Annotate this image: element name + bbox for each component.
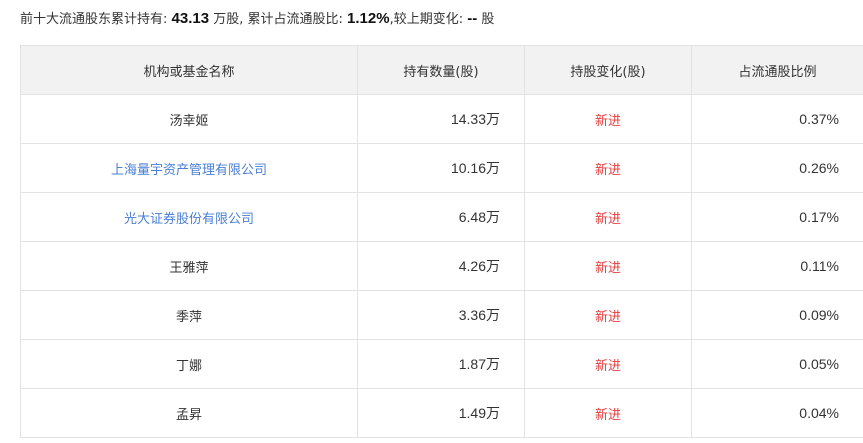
shareholders-table-container: 机构或基金名称 持有数量(股) 持股变化(股) 占流通股比例 汤幸姬 14.33万… (20, 45, 863, 443)
holding-change: 新进 (524, 388, 692, 438)
float-share-ratio: 0.11% (691, 241, 863, 291)
summary-change-value: -- (467, 10, 478, 27)
column-header-ratio: 占流通股比例 (691, 45, 863, 95)
holding-quantity: 1.49万 (357, 388, 525, 438)
table-row: 孟昇 1.49万 新进 0.04% (20, 388, 863, 438)
summary-total-unit: 万股, (213, 12, 244, 27)
holding-change: 新进 (524, 143, 692, 193)
holding-quantity: 3.36万 (357, 290, 525, 340)
float-share-ratio: 0.04% (691, 388, 863, 438)
holding-quantity: 1.87万 (357, 339, 525, 389)
holders-summary: 前十大流通股东累计持有: 43.13 万股, 累计占流通股比: 1.12%,较上… (20, 8, 494, 30)
float-share-ratio: 0.17% (691, 192, 863, 242)
holding-quantity: 14.33万 (357, 94, 525, 144)
holding-change: 新进 (524, 339, 692, 389)
holding-change: 新进 (524, 290, 692, 340)
float-share-ratio: 0.05% (691, 339, 863, 389)
table-row: 王雅萍 4.26万 新进 0.11% (20, 241, 863, 291)
table-row: 光大证券股份有限公司 6.48万 新进 0.17% (20, 192, 863, 242)
summary-change-label: ,较上期变化: (389, 12, 464, 27)
table-row: 季萍 3.36万 新进 0.09% (20, 290, 863, 340)
shareholders-table: 机构或基金名称 持有数量(股) 持股变化(股) 占流通股比例 汤幸姬 14.33万… (20, 45, 863, 438)
table-header-row: 机构或基金名称 持有数量(股) 持股变化(股) 占流通股比例 (20, 45, 863, 95)
holder-name: 汤幸姬 (20, 94, 358, 144)
holding-quantity: 10.16万 (357, 143, 525, 193)
column-header-name: 机构或基金名称 (20, 45, 358, 95)
table-row: 丁娜 1.87万 新进 0.05% (20, 339, 863, 389)
holding-change: 新进 (524, 241, 692, 291)
holder-name: 孟昇 (20, 388, 358, 438)
float-share-ratio: 0.09% (691, 290, 863, 340)
table-row: 上海量宇资产管理有限公司 10.16万 新进 0.26% (20, 143, 863, 193)
summary-ratio-label: 累计占流通股比: (247, 12, 343, 27)
holding-quantity: 4.26万 (357, 241, 525, 291)
summary-prefix: 前十大流通股东累计持有: (20, 12, 168, 27)
holder-name: 季萍 (20, 290, 358, 340)
holder-name: 王雅萍 (20, 241, 358, 291)
float-share-ratio: 0.26% (691, 143, 863, 193)
summary-total-value: 43.13 (171, 10, 210, 27)
column-header-change: 持股变化(股) (524, 45, 692, 95)
holder-name-link[interactable]: 上海量宇资产管理有限公司 (20, 143, 358, 193)
summary-ratio-value: 1.12% (347, 10, 390, 27)
holding-quantity: 6.48万 (357, 192, 525, 242)
holder-name: 丁娜 (20, 339, 358, 389)
holder-name-link[interactable]: 光大证券股份有限公司 (20, 192, 358, 242)
summary-change-unit: 股 (481, 12, 495, 27)
table-row: 汤幸姬 14.33万 新进 0.37% (20, 94, 863, 144)
holding-change: 新进 (524, 94, 692, 144)
column-header-quantity: 持有数量(股) (357, 45, 525, 95)
holding-change: 新进 (524, 192, 692, 242)
float-share-ratio: 0.37% (691, 94, 863, 144)
